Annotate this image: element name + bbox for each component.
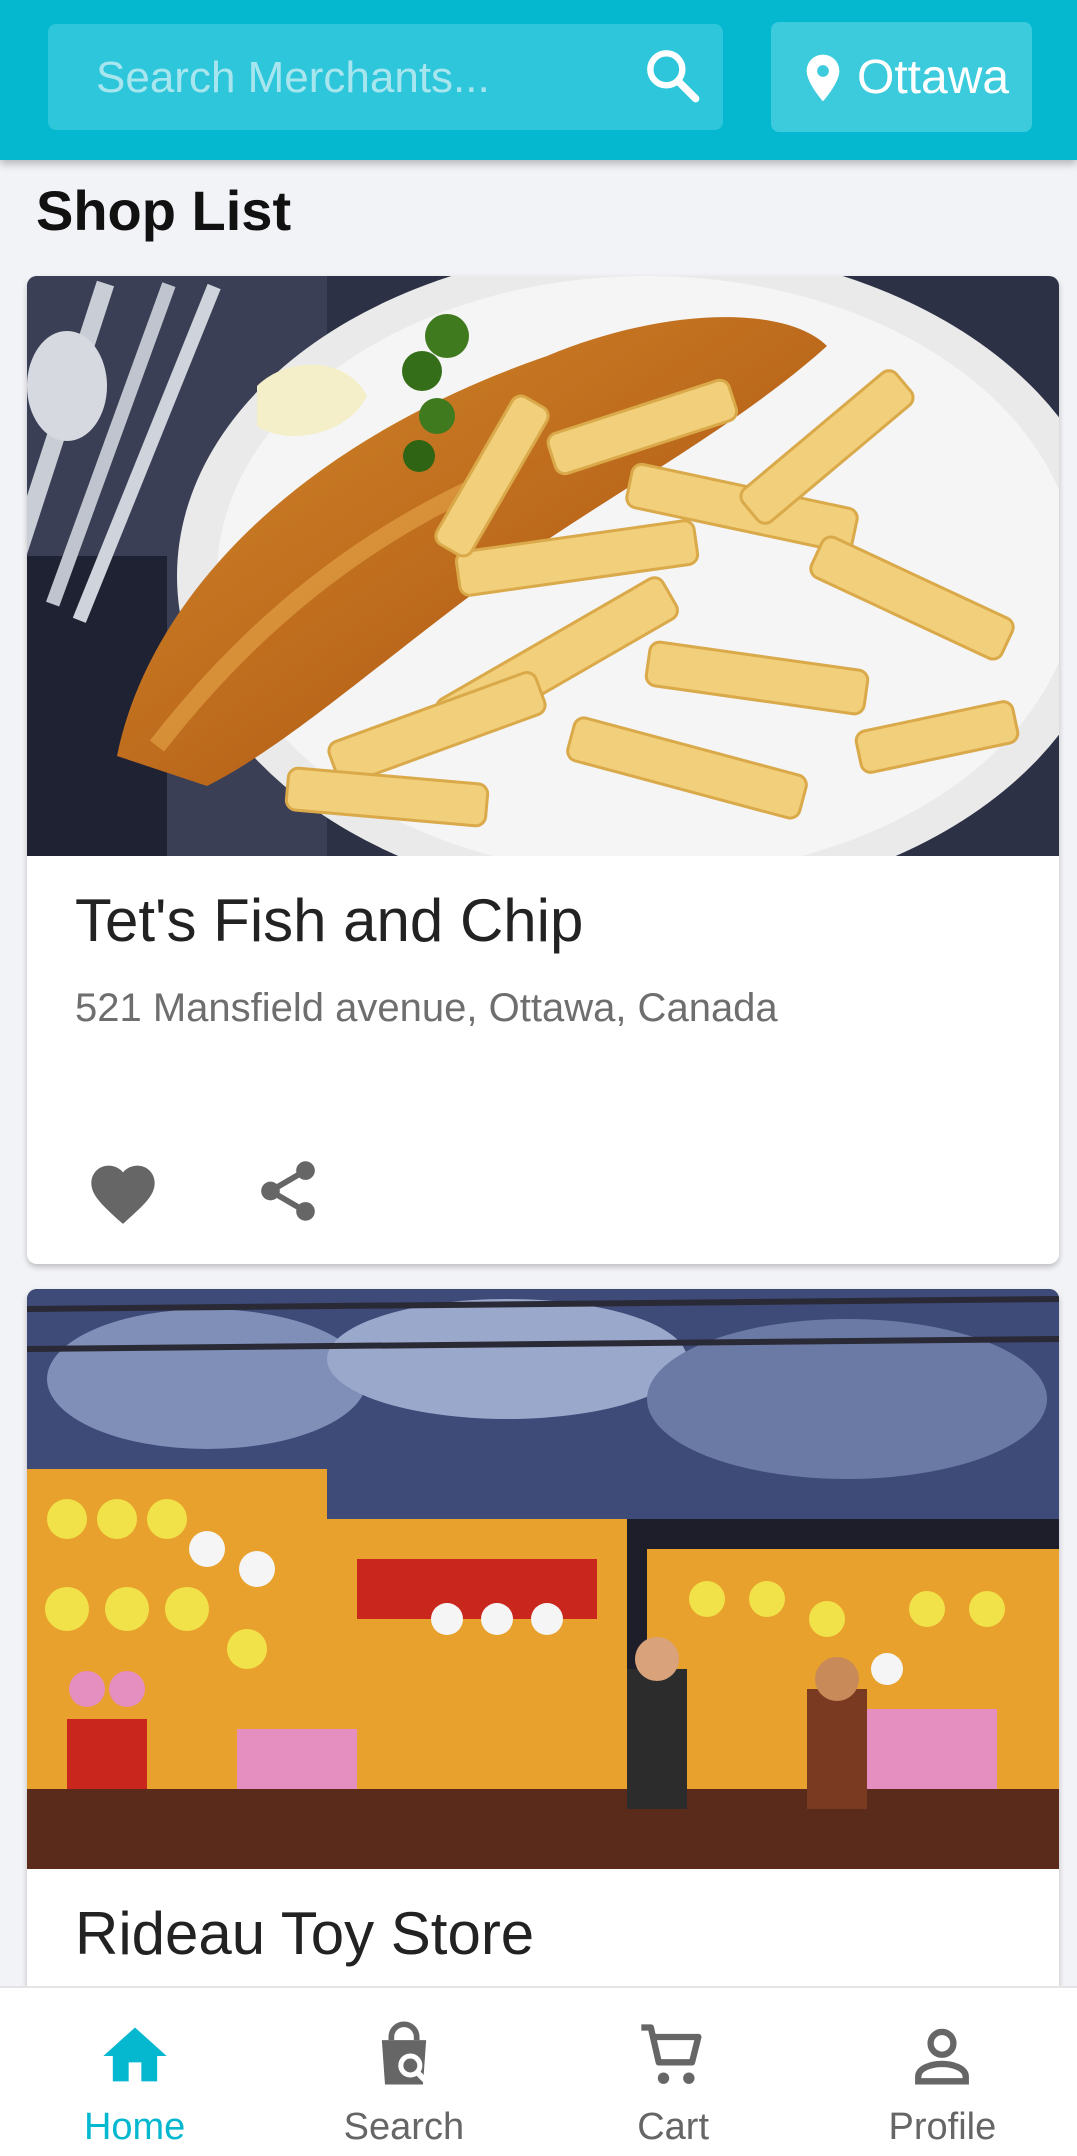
toy-store-photo [27, 1289, 1059, 1869]
location-pin-icon [806, 54, 840, 102]
nav-item-cart[interactable]: Cart [539, 1988, 808, 2156]
search-bar[interactable]: Search Merchants... [48, 24, 723, 130]
shop-image[interactable] [27, 1289, 1059, 1869]
nav-label: Cart [637, 2106, 710, 2148]
nav-label: Home [83, 2106, 186, 2148]
person-icon [915, 2028, 970, 2085]
home-icon [102, 2027, 167, 2082]
bottom-navigation: Home Search Cart Profile [0, 1986, 1077, 2156]
top-app-bar: Search Merchants... Ottawa [0, 0, 1077, 160]
heart-icon[interactable] [85, 1156, 161, 1226]
page-title: Shop List [36, 179, 292, 242]
nav-label: Search [343, 2106, 465, 2148]
shop-name: Rideau Toy Store [75, 1900, 535, 1967]
card-actions [27, 1156, 1059, 1236]
nav-label: Profile [888, 2106, 997, 2148]
shop-address: 521 Mansfield avenue, Ottawa, Canada [75, 986, 778, 1030]
shop-name: Tet's Fish and Chip [75, 887, 584, 954]
shop-image[interactable] [27, 276, 1059, 856]
location-label: Ottawa [857, 51, 1010, 104]
search-icon[interactable] [641, 44, 705, 108]
nav-item-home[interactable]: Home [0, 1988, 269, 2156]
share-icon[interactable] [253, 1156, 323, 1226]
location-button[interactable]: Ottawa [771, 22, 1032, 132]
fish-and-chips-photo [27, 276, 1059, 856]
search-input[interactable]: Search Merchants... [96, 53, 490, 103]
shopping-bag-search-icon [381, 2021, 429, 2085]
shop-card[interactable]: Tet's Fish and Chip 521 Mansfield avenue… [27, 276, 1059, 1264]
cart-icon [641, 2024, 702, 2084]
nav-item-profile[interactable]: Profile [808, 1988, 1077, 2156]
nav-item-search[interactable]: Search [269, 1988, 538, 2156]
